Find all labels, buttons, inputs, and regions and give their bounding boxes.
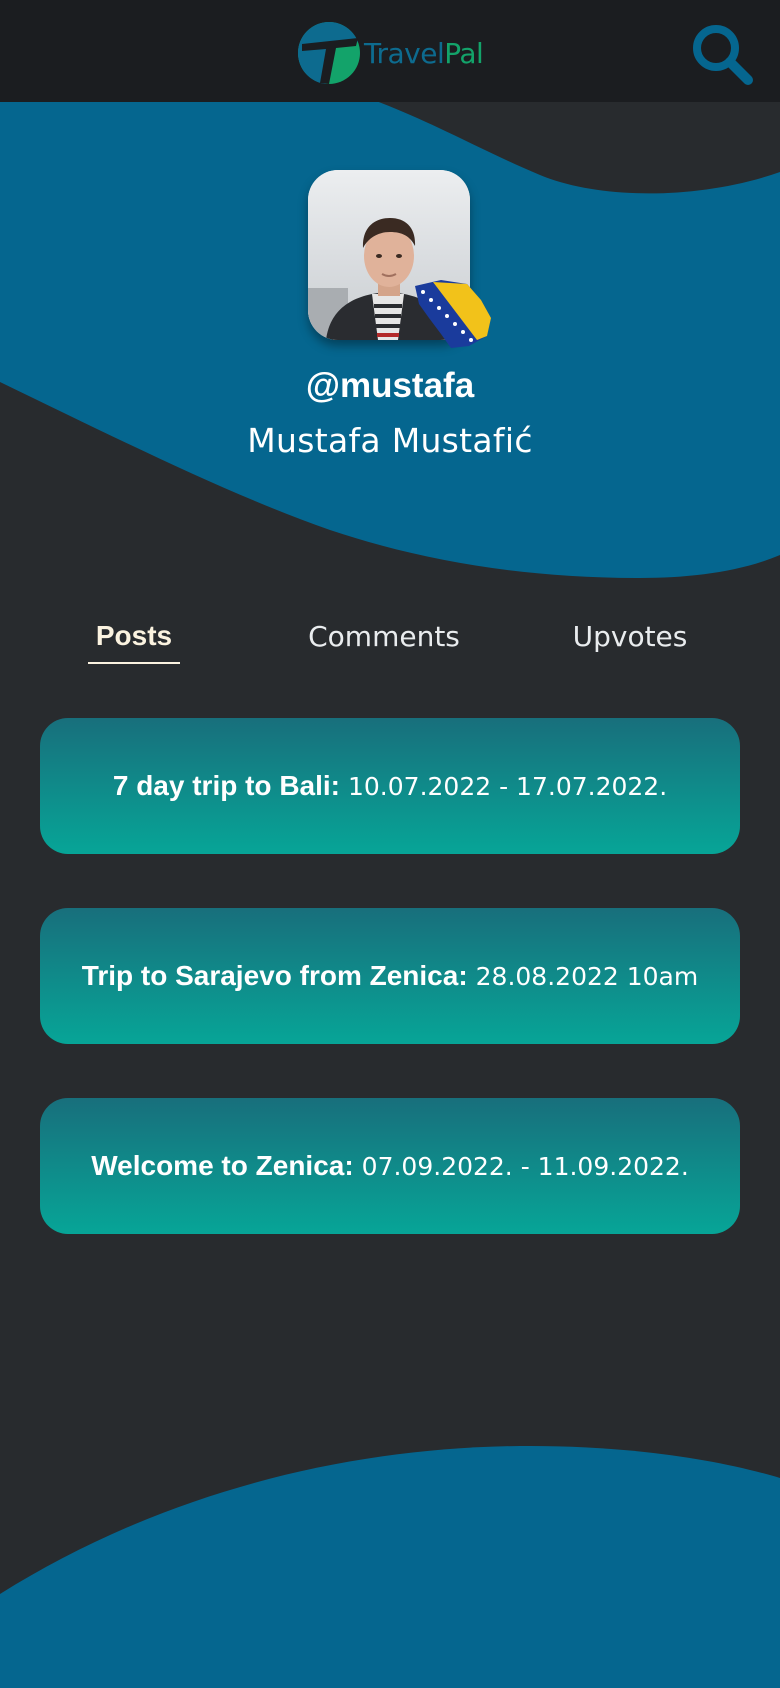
- post-date: 28.08.2022 10am: [475, 961, 699, 991]
- post-card[interactable]: 7 day trip to Bali: 10.07.2022 - 17.07.2…: [40, 718, 740, 854]
- logo-text: TravelPal: [364, 36, 484, 70]
- search-icon: [693, 25, 753, 85]
- post-date: 07.09.2022. - 11.09.2022.: [361, 1151, 689, 1181]
- top-bar: TravelPal: [0, 0, 780, 102]
- post-card[interactable]: Welcome to Zenica: 07.09.2022. - 11.09.2…: [40, 1098, 740, 1234]
- travelpal-logo[interactable]: TravelPal: [296, 20, 484, 86]
- tab-posts[interactable]: Posts: [88, 620, 180, 652]
- profile-username: @mustafa: [305, 366, 475, 405]
- post-title: Trip to Sarajevo from Zenica:: [81, 960, 468, 991]
- tab-comments[interactable]: Comments: [304, 620, 464, 653]
- profile-full-name: Mustafa Mustafić: [247, 421, 533, 460]
- profile-avatar-wrap[interactable]: [308, 170, 491, 348]
- logo-mark-icon: [297, 21, 360, 84]
- bosnia-flag-badge-icon: [415, 280, 491, 348]
- post-card[interactable]: Trip to Sarajevo from Zenica: 28.08.2022…: [40, 908, 740, 1044]
- active-tab-underline: [88, 662, 180, 664]
- tab-upvotes[interactable]: Upvotes: [568, 620, 692, 653]
- bottom-wave: [0, 1445, 780, 1688]
- logo-text-travel: Travel: [364, 36, 445, 70]
- profile-tabs: Posts Comments Upvotes: [0, 620, 780, 670]
- post-date: 10.07.2022 - 17.07.2022.: [348, 771, 668, 801]
- post-title: Welcome to Zenica:: [91, 1150, 354, 1181]
- logo-text-pal: Pal: [444, 36, 484, 70]
- search-button[interactable]: [690, 22, 754, 86]
- post-title: 7 day trip to Bali:: [112, 770, 340, 801]
